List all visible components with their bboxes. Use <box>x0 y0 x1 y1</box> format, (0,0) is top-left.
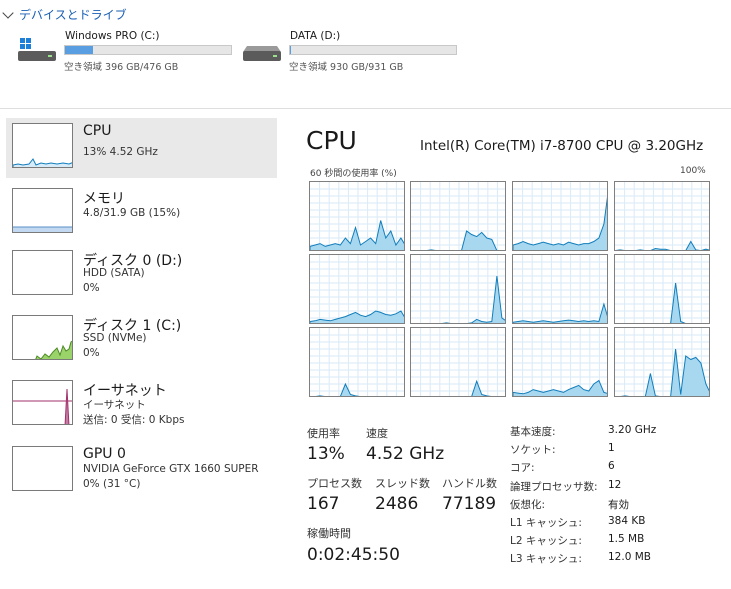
sidebar-item-detail: NVIDIA GeForce GTX 1660 SUPER <box>83 463 259 475</box>
cpu-model-name: Intel(R) Core(TM) i7-8700 CPU @ 3.20GHz <box>420 138 704 154</box>
spec-value: 有効 <box>608 498 629 511</box>
drive-d[interactable]: DATA (D:) 空き領域 930 GB/931 GB <box>243 28 473 76</box>
spec-label: コア: <box>510 462 535 475</box>
handles-label: ハンドル数 <box>442 477 497 490</box>
processes-label: プロセス数 <box>307 477 362 490</box>
logical-processor-graph <box>410 327 506 397</box>
sidebar-item-cpu[interactable]: CPU 13% 4.52 GHz <box>6 118 277 178</box>
threads-label: スレッド数 <box>375 477 430 490</box>
sidebar-item-detail: HDD (SATA) <box>83 267 145 279</box>
sidebar-item-detail: イーサネット <box>83 399 146 411</box>
usage-label: 使用率 <box>307 427 340 440</box>
sidebar-item-throughput: 送信: 0 受信: 0 Kbps <box>83 414 185 426</box>
graph-caption: 60 秒間の使用率 (%) <box>310 169 397 179</box>
spec-value: 12 <box>608 478 622 491</box>
chevron-down-icon <box>2 6 14 19</box>
logical-processor-graph <box>614 327 710 397</box>
sidebar-item-usage: 0% (31 °C) <box>83 478 141 490</box>
graph-max-label: 100% <box>680 166 706 176</box>
threads-value: 2486 <box>375 494 419 514</box>
spec-label: 仮想化: <box>510 498 546 511</box>
sidebar-item-detail: SSD (NVMe) <box>83 332 147 344</box>
logical-processor-graph <box>614 254 710 324</box>
logical-processor-graph <box>614 181 710 251</box>
sidebar-item-disk-1[interactable]: ディスク 1 (C:) SSD (NVMe) 0% <box>6 310 277 370</box>
logical-processor-graph <box>410 254 506 324</box>
handles-value: 77189 <box>442 494 497 514</box>
uptime-value: 0:02:45:50 <box>307 545 400 565</box>
sidebar-item-gpu-0[interactable]: GPU 0 NVIDIA GeForce GTX 1660 SUPER 0% (… <box>6 441 277 501</box>
drive-c-usage-fill <box>65 46 93 54</box>
logical-processor-graph <box>512 181 608 251</box>
logical-processor-graph <box>512 254 608 324</box>
sidebar-item-detail: 4.8/31.9 GB (15%) <box>83 207 181 219</box>
drive-c[interactable]: Windows PRO (C:) 空き領域 396 GB/476 GB <box>18 28 248 76</box>
cpu-thumbnail-graph <box>12 123 73 168</box>
drive-c-name: Windows PRO (C:) <box>65 30 160 42</box>
ethernet-thumbnail-graph <box>12 380 73 425</box>
memory-thumbnail-graph <box>12 188 73 233</box>
processes-value: 167 <box>307 494 340 514</box>
sidebar-item-usage: 0% <box>83 282 100 294</box>
sidebar-item-title: GPU 0 <box>83 446 126 462</box>
spec-value: 12.0 MB <box>608 551 651 564</box>
spec-label: L1 キャッシュ: <box>510 517 582 529</box>
disk0-thumbnail-graph <box>12 250 73 295</box>
spec-value: 6 <box>608 460 615 473</box>
sidebar-item-detail: 13% 4.52 GHz <box>83 146 158 158</box>
spec-value: 384 KB <box>608 515 646 527</box>
sidebar-item-ethernet[interactable]: イーサネット イーサネット 送信: 0 受信: 0 Kbps <box>6 375 277 435</box>
spec-label: ソケット: <box>510 444 556 457</box>
drive-windows-icon <box>18 38 56 61</box>
spec-label: 論理プロセッサ数: <box>510 480 598 493</box>
sidebar-item-memory[interactable]: メモリ 4.8/31.9 GB (15%) <box>6 183 277 243</box>
logical-processor-graph <box>309 254 405 324</box>
sidebar-item-usage: 0% <box>83 347 100 359</box>
speed-label: 速度 <box>366 427 388 440</box>
uptime-label: 稼働時間 <box>307 527 351 540</box>
spec-label: 基本速度: <box>510 426 556 438</box>
page-title: CPU <box>306 126 357 155</box>
speed-value: 4.52 GHz <box>366 444 445 464</box>
drive-d-name: DATA (D:) <box>290 30 341 42</box>
logical-processor-graph <box>309 327 405 397</box>
sidebar-item-disk-0[interactable]: ディスク 0 (D:) HDD (SATA) 0% <box>6 245 277 305</box>
logical-processor-graph <box>410 181 506 251</box>
usage-value: 13% <box>307 444 345 464</box>
spec-label: L2 キャッシュ: <box>510 535 582 548</box>
drive-c-usage-bar <box>64 45 232 55</box>
drives-section-header[interactable]: デバイスとドライブ <box>2 6 127 23</box>
drive-icon <box>243 46 281 61</box>
drive-c-free-space: 空き領域 396 GB/476 GB <box>64 62 179 73</box>
disk1-thumbnail-graph <box>12 315 73 360</box>
spec-value: 1.5 MB <box>608 533 645 546</box>
drive-d-free-space: 空き領域 930 GB/931 GB <box>289 62 404 73</box>
spec-value: 3.20 GHz <box>608 424 657 436</box>
drive-d-usage-bar <box>289 45 457 55</box>
gpu-thumbnail-graph <box>12 446 73 491</box>
section-divider <box>0 108 731 109</box>
sidebar-item-title: メモリ <box>83 191 125 207</box>
spec-value: 1 <box>608 442 615 455</box>
logical-processor-graph <box>309 181 405 251</box>
logical-processor-graph <box>512 327 608 397</box>
sidebar-item-title: CPU <box>83 123 112 139</box>
drives-header-label: デバイスとドライブ <box>19 8 127 22</box>
spec-label: L3 キャッシュ: <box>510 553 582 566</box>
